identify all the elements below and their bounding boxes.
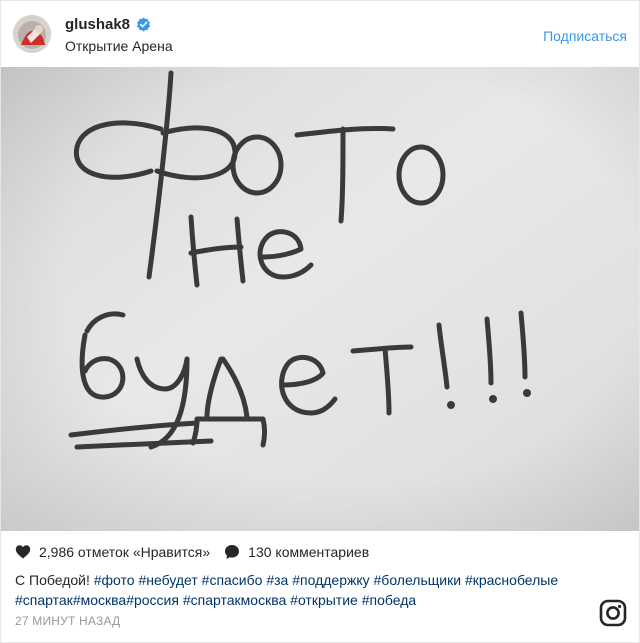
verified-badge-icon [136,17,151,32]
hashtag-link[interactable]: #болельщики [374,572,462,588]
post-location[interactable]: Открытие Арена [65,38,173,54]
hashtag-link[interactable]: #спартак [15,592,73,608]
username-row: glushak8 [65,16,151,33]
hashtag-link[interactable]: #россия [126,592,179,608]
likes-count: 2,986 отметок «Нравится» [39,544,211,560]
post-timestamp[interactable]: 27 МИНУТ НАЗАД [15,614,120,628]
username[interactable]: glushak8 [65,16,130,33]
post-header: glushak8 Открытие Арена Подписаться [1,1,639,67]
instagram-post-embed: glushak8 Открытие Арена Подписаться 2,98… [0,0,640,643]
hashtag-link[interactable]: #спартакмосква [183,592,286,608]
handwritten-note-image [1,67,639,531]
hashtag-link[interactable]: #спасибо [202,572,263,588]
comments-count[interactable]: 130 комментариев [248,544,369,560]
hashtag-link[interactable]: #фото [94,572,135,588]
instagram-logo-icon[interactable] [599,599,627,627]
heart-icon[interactable] [15,544,31,560]
hashtag-link[interactable]: #поддержку [292,572,369,588]
hashtag-link[interactable]: #краснобелые [465,572,558,588]
hashtag-link[interactable]: #за [266,572,288,588]
hashtag-link[interactable]: #москва [73,592,126,608]
caption-text: С Победой! [15,572,90,588]
avatar-image [13,15,51,53]
hashtag-link[interactable]: #открытие [290,592,358,608]
hashtag-link[interactable]: #небудет [138,572,197,588]
follow-button[interactable]: Подписаться [543,28,627,44]
profile-avatar[interactable] [13,15,51,53]
post-stats: 2,986 отметок «Нравится» 130 комментарие… [15,544,383,560]
post-photo[interactable] [1,67,639,531]
comment-icon[interactable] [224,544,240,560]
hashtag-link[interactable]: #победа [362,592,416,608]
post-caption: С Победой! #фото #небудет #спасибо #за #… [15,570,585,610]
